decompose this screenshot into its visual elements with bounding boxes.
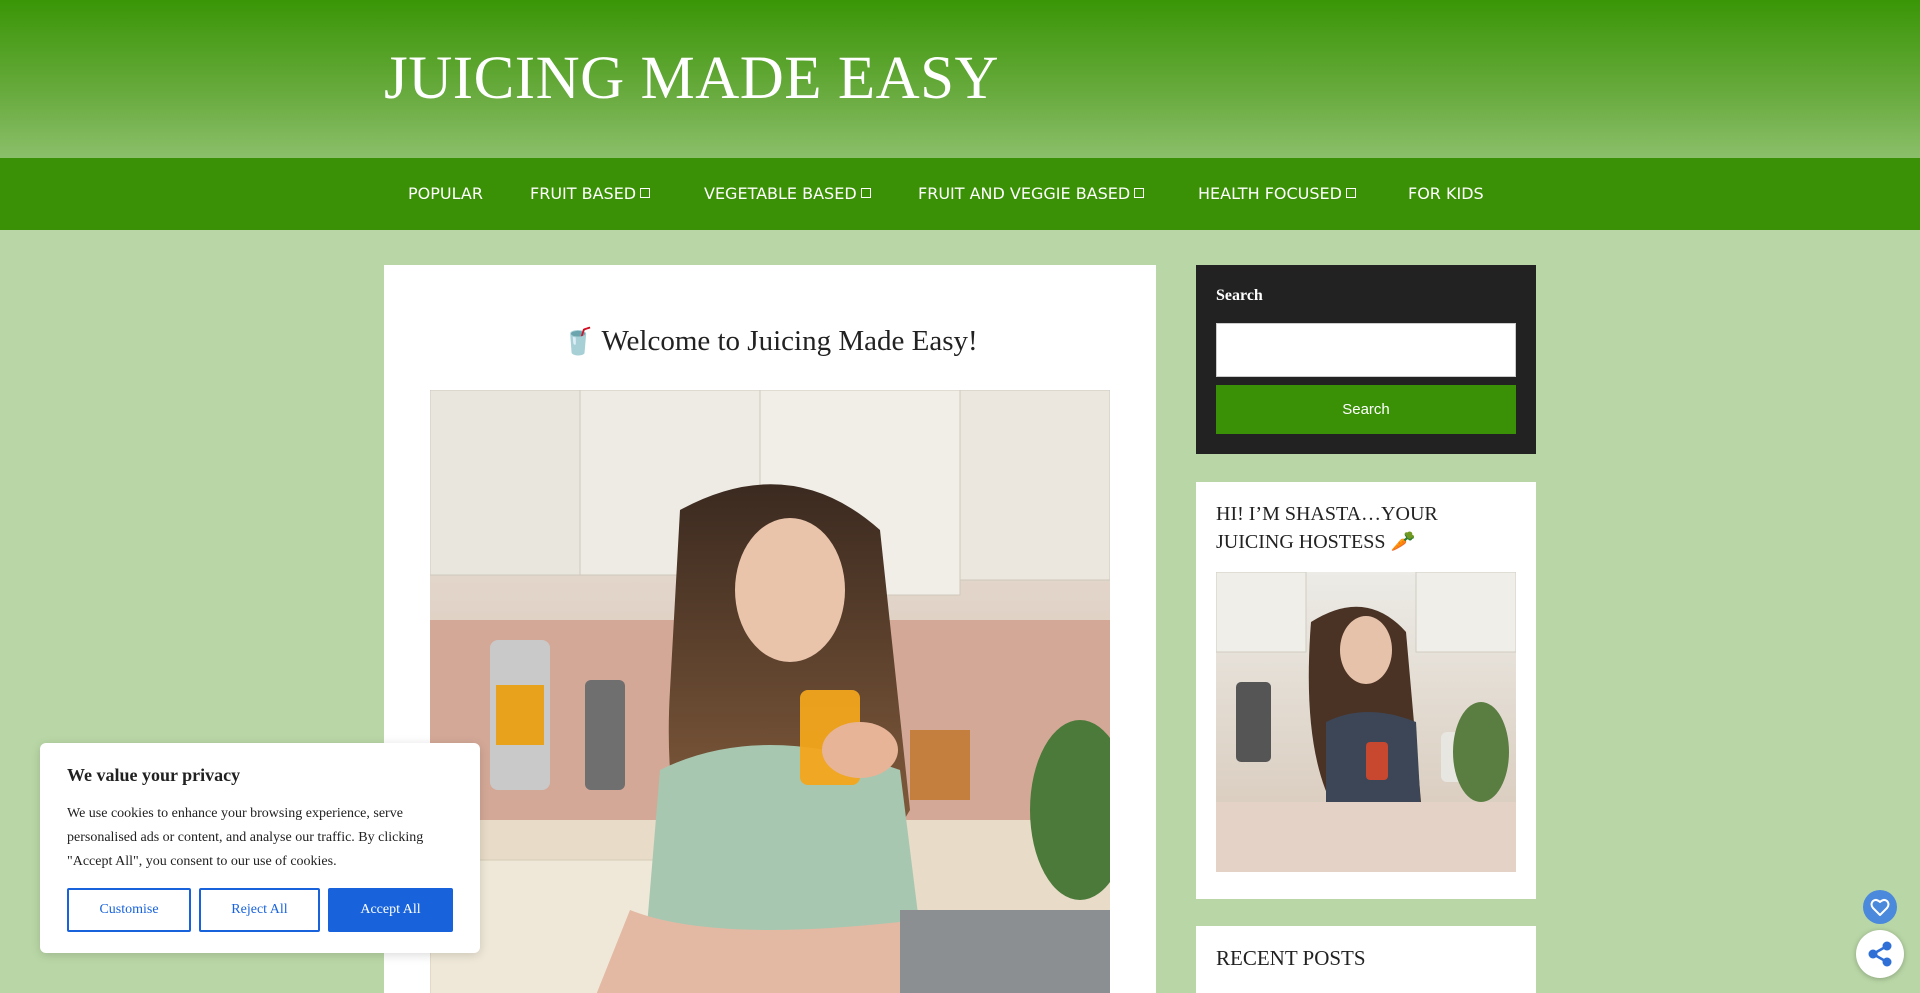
customise-button[interactable]: Customise xyxy=(67,888,191,932)
nav-item-label: VEGETABLE BASED xyxy=(704,184,857,203)
search-widget: Search Search xyxy=(1196,265,1536,454)
nav-item-label: FRUIT AND VEGGIE BASED xyxy=(918,184,1131,203)
favorite-button[interactable] xyxy=(1863,890,1897,924)
about-title: HI! I’M SHASTA…YOUR JUICING HOSTESS 🥕 xyxy=(1216,503,1438,553)
nav-item-label: FOR KIDS xyxy=(1408,184,1484,203)
search-label: Search xyxy=(1216,287,1263,304)
main-nav: POPULAR FRUIT BASED VEGETABLE BASED FRUI… xyxy=(0,158,1920,230)
nav-item-vegetable-based[interactable]: VEGETABLE BASED xyxy=(704,158,871,230)
hero-image xyxy=(430,390,1110,993)
nav-item-label: HEALTH FOCUSED xyxy=(1198,184,1342,203)
search-button[interactable]: Search xyxy=(1216,385,1516,434)
main-content: 🥤 Welcome to Juicing Made Easy! xyxy=(384,265,1156,993)
juice-cup-icon: 🥤 xyxy=(562,327,595,356)
dropdown-icon xyxy=(1134,188,1145,198)
site-header: JUICING MADE EASY xyxy=(0,0,1920,158)
cookie-consent-banner: We value your privacy We use cookies to … xyxy=(40,743,480,953)
cookie-body-text: We use cookies to enhance your browsing … xyxy=(67,806,424,869)
dropdown-icon xyxy=(1345,188,1356,198)
nav-item-popular[interactable]: POPULAR xyxy=(408,158,483,230)
nav-item-label: FRUIT BASED xyxy=(530,184,637,203)
share-icon xyxy=(1868,941,1892,967)
accept-all-button[interactable]: Accept All xyxy=(328,888,453,932)
nav-item-fruit-based[interactable]: FRUIT BASED xyxy=(530,158,651,230)
dropdown-icon xyxy=(640,188,651,198)
about-image xyxy=(1216,572,1516,872)
recent-posts-widget: RECENT POSTS xyxy=(1196,926,1536,993)
site-title[interactable]: JUICING MADE EASY xyxy=(384,44,999,114)
share-button[interactable] xyxy=(1856,930,1904,978)
dropdown-icon xyxy=(860,188,871,198)
search-input[interactable] xyxy=(1216,323,1516,377)
recent-posts-title: RECENT POSTS xyxy=(1216,946,1366,970)
about-widget: HI! I’M SHASTA…YOUR JUICING HOSTESS 🥕 xyxy=(1196,482,1536,899)
heart-icon xyxy=(1870,898,1890,916)
nav-item-for-kids[interactable]: FOR KIDS xyxy=(1408,158,1484,230)
nav-item-fruit-and-veggie-based[interactable]: FRUIT AND VEGGIE BASED xyxy=(918,158,1145,230)
post-title: 🥤 Welcome to Juicing Made Easy! xyxy=(384,325,1156,358)
post-title-text: Welcome to Juicing Made Easy! xyxy=(601,325,978,357)
cookie-heading: We value your privacy xyxy=(67,765,241,785)
nav-item-health-focused[interactable]: HEALTH FOCUSED xyxy=(1198,158,1356,230)
nav-item-label: POPULAR xyxy=(408,184,483,203)
reject-all-button[interactable]: Reject All xyxy=(199,888,320,932)
